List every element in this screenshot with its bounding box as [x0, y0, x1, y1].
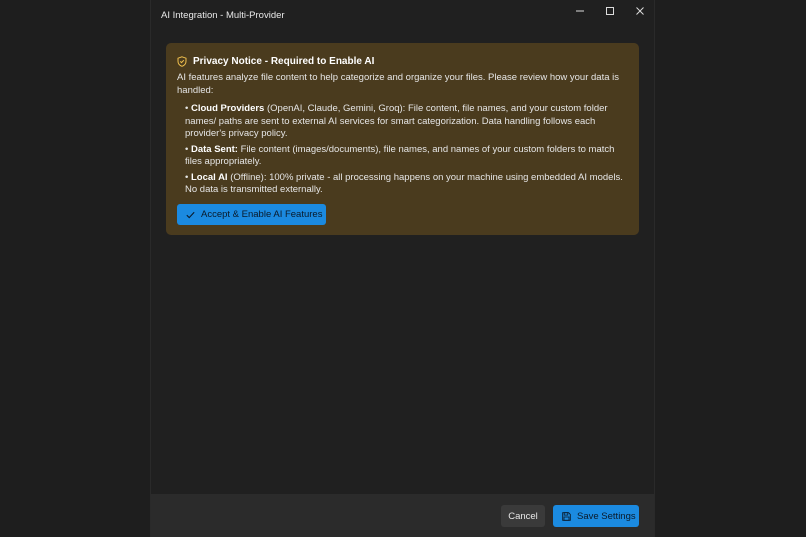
check-icon: [186, 211, 195, 219]
bullet-data-sent-label: Data Sent:: [190, 143, 238, 155]
privacy-notice-intro: AI features analyze file content to help…: [177, 72, 620, 96]
save-settings-label: Save Settings: [577, 510, 636, 522]
bullet-data-sent-text: File content (images/documents), file na…: [185, 143, 615, 168]
save-disk-icon: [562, 511, 571, 521]
close-icon: [636, 7, 644, 15]
desktop-background: AI Integration - Multi-Provider Privacy: [0, 0, 806, 537]
minimize-icon: [576, 10, 584, 12]
privacy-notice-title: Privacy Notice - Required to Enable AI: [193, 55, 375, 67]
bullet-local-ai-text: (Offline): 100% private - all processing…: [185, 171, 623, 196]
accept-enable-ai-label: Accept & Enable AI Features: [201, 209, 323, 220]
minimize-button[interactable]: [565, 0, 595, 22]
bullet-cloud-providers: • Cloud Providers (OpenAI, Claude, Gemin…: [185, 103, 608, 139]
bullet-local-ai: • Local AI (Offline): 100% private - all…: [185, 171, 623, 196]
title-bar[interactable]: AI Integration - Multi-Provider: [151, 0, 654, 32]
settings-dialog: AI Integration - Multi-Provider Privacy: [151, 0, 654, 537]
bullet-cloud-providers-label: Cloud Providers: [190, 103, 265, 114]
accept-enable-ai-button[interactable]: Accept & Enable AI Features: [177, 204, 326, 225]
shield-icon: [177, 55, 187, 67]
bullet-local-ai-label: Local AI: [190, 171, 228, 183]
window-title: AI Integration - Multi-Provider: [161, 10, 285, 21]
maximize-button[interactable]: [595, 0, 625, 22]
cancel-button[interactable]: Cancel: [501, 505, 545, 527]
bullet-data-sent: • Data Sent: File content (images/docume…: [185, 143, 615, 168]
save-settings-button[interactable]: Save Settings: [553, 505, 639, 527]
privacy-bullet-list: • Cloud Providers (OpenAI, Claude, Gemin…: [177, 103, 628, 197]
privacy-notice-panel: Privacy Notice - Required to Enable AI A…: [166, 43, 639, 235]
close-button[interactable]: [625, 0, 655, 22]
privacy-notice-header: Privacy Notice - Required to Enable AI: [177, 54, 628, 68]
dialog-footer: Cancel Save Settings: [151, 494, 654, 537]
maximize-icon: [606, 7, 614, 15]
